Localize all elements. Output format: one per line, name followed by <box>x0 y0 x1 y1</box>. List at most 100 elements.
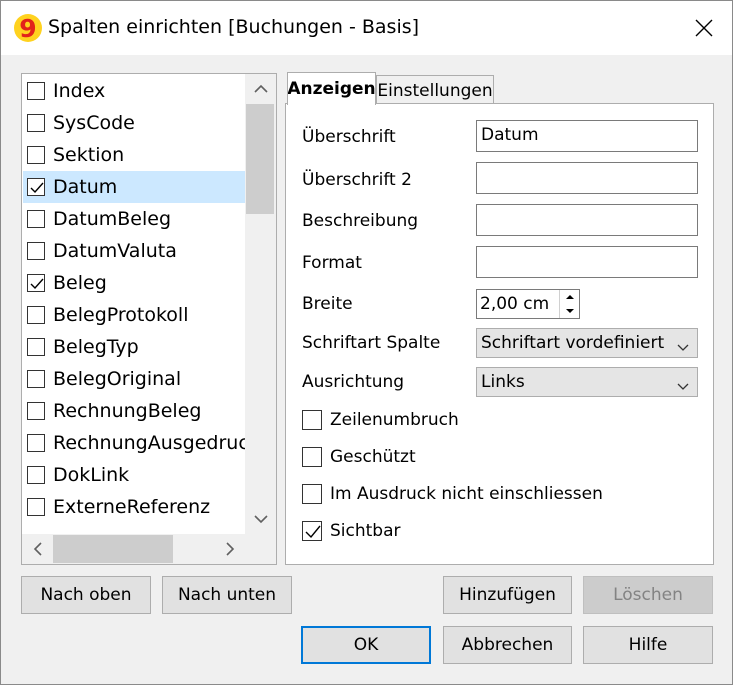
svg-text:9: 9 <box>19 14 36 43</box>
heading-input[interactable]: Datum <box>476 120 698 152</box>
heading-label: Überschrift <box>302 127 396 147</box>
align-select-value: Links <box>481 372 525 392</box>
list-item-rechnungbeleg[interactable]: RechnungBeleg <box>23 395 245 427</box>
list-item-label: RechnungBeleg <box>53 400 202 422</box>
list-item-checkbox[interactable] <box>27 402 45 420</box>
chevron-down-icon <box>677 337 689 357</box>
window-title: Spalten einrichten [Buchungen - Basis] <box>48 16 420 38</box>
scroll-right-icon[interactable] <box>214 534 245 564</box>
option-checkbox[interactable] <box>302 447 322 467</box>
list-item-syscode[interactable]: SysCode <box>23 107 245 139</box>
list-item-belegtyp[interactable]: BelegTyp <box>23 331 245 363</box>
list-item-rechnungausgedruc[interactable]: RechnungAusgedruc <box>23 427 249 459</box>
title-bar: 9 Spalten einrichten [Buchungen - Basis] <box>1 1 732 55</box>
tab-einstellungen[interactable]: Einstellungen <box>376 75 494 105</box>
list-item-checkbox[interactable] <box>27 338 45 356</box>
option-checkbox[interactable] <box>302 410 322 430</box>
list-item-checkbox[interactable] <box>27 434 45 452</box>
vertical-scroll-thumb[interactable] <box>246 104 274 214</box>
close-icon[interactable] <box>681 7 727 49</box>
list-item-checkbox[interactable] <box>27 242 45 260</box>
list-item-checkbox[interactable] <box>27 274 45 292</box>
list-item-sektion[interactable]: Sektion <box>23 139 245 171</box>
move-down-button[interactable]: Nach unten <box>162 576 292 614</box>
list-item-checkbox[interactable] <box>27 210 45 228</box>
list-item-doklink[interactable]: DokLink <box>23 459 245 491</box>
list-item-datumvaluta[interactable]: DatumValuta <box>23 235 245 267</box>
list-item-label: Sektion <box>53 144 125 166</box>
list-item-label: DatumBeleg <box>53 208 172 230</box>
list-item-belegprotokoll[interactable]: BelegProtokoll <box>23 299 245 331</box>
horizontal-scrollbar[interactable] <box>22 534 245 564</box>
list-item-label: SysCode <box>53 112 135 134</box>
tab-anzeigen[interactable]: Anzeigen <box>287 72 376 105</box>
option-geschützt[interactable]: Geschützt <box>302 447 416 467</box>
font-select[interactable]: Schriftart vordefiniert <box>476 328 698 358</box>
option-label: Geschützt <box>330 447 416 467</box>
list-item-label: Datum <box>53 176 118 198</box>
help-button[interactable]: Hilfe <box>583 626 713 664</box>
cancel-button[interactable]: Abbrechen <box>443 626 572 664</box>
option-label: Im Ausdruck nicht einschliessen <box>330 484 603 504</box>
chevron-down-icon <box>677 376 689 396</box>
width-spinbox[interactable]: 2,00 cm <box>476 289 580 319</box>
list-item-label: Index <box>53 80 106 102</box>
option-zeilenumbruch[interactable]: Zeilenumbruch <box>302 410 459 430</box>
scrollbar-corner <box>245 534 276 564</box>
font-label: Schriftart Spalte <box>302 333 441 353</box>
align-select[interactable]: Links <box>476 367 698 397</box>
list-item-checkbox[interactable] <box>27 146 45 164</box>
scroll-up-icon[interactable] <box>245 74 276 104</box>
option-im-ausdruck-nicht-einschliessen[interactable]: Im Ausdruck nicht einschliessen <box>302 484 603 504</box>
heading2-input[interactable] <box>476 162 698 194</box>
list-item-label: BelegOriginal <box>53 368 182 390</box>
list-item-label: ExterneReferenz <box>53 496 211 518</box>
list-item-label: Beleg <box>53 272 107 294</box>
vertical-scrollbar[interactable] <box>245 74 276 534</box>
delete-button[interactable]: Löschen <box>583 576 713 614</box>
app-logo-icon: 9 <box>13 13 43 43</box>
option-label: Sichtbar <box>330 521 401 541</box>
list-item-datum[interactable]: Datum <box>23 171 245 203</box>
list-item-checkbox[interactable] <box>27 178 45 196</box>
list-item-checkbox[interactable] <box>27 306 45 324</box>
list-item-checkbox[interactable] <box>27 114 45 132</box>
column-list[interactable]: Index SysCode Sektion Datum DatumBeleg DatumV… <box>21 73 277 565</box>
option-label: Zeilenumbruch <box>330 410 459 430</box>
spin-down-icon[interactable] <box>560 304 579 318</box>
list-item-label: DatumValuta <box>53 240 177 262</box>
heading2-label: Überschrift 2 <box>302 170 412 190</box>
horizontal-scroll-thumb[interactable] <box>53 535 173 563</box>
width-value: 2,00 cm <box>480 294 550 314</box>
option-sichtbar[interactable]: Sichtbar <box>302 521 401 541</box>
option-checkbox[interactable] <box>302 484 322 504</box>
ok-button[interactable]: OK <box>301 626 431 664</box>
list-item-belegoriginal[interactable]: BelegOriginal <box>23 363 245 395</box>
dialog-window: 9 Spalten einrichten [Buchungen - Basis]… <box>0 0 733 685</box>
list-item-checkbox[interactable] <box>27 82 45 100</box>
list-item-beleg[interactable]: Beleg <box>23 267 245 299</box>
description-input[interactable] <box>476 204 698 236</box>
list-item-checkbox[interactable] <box>27 466 45 484</box>
list-item-datumbeleg[interactable]: DatumBeleg <box>23 203 245 235</box>
format-label: Format <box>302 253 362 273</box>
list-item-index[interactable]: Index <box>23 75 245 107</box>
list-item-checkbox[interactable] <box>27 370 45 388</box>
list-item-label: DokLink <box>53 464 130 486</box>
scroll-down-icon[interactable] <box>245 504 276 534</box>
format-input[interactable] <box>476 246 698 278</box>
list-item-label: BelegProtokoll <box>53 304 189 326</box>
list-item-checkbox[interactable] <box>27 498 45 516</box>
move-up-button[interactable]: Nach oben <box>21 576 151 614</box>
list-item-label: BelegTyp <box>53 336 139 358</box>
list-item-label: RechnungAusgedruc <box>53 432 249 454</box>
spin-up-icon[interactable] <box>560 290 579 304</box>
list-item-externereferenz[interactable]: ExterneReferenz <box>23 491 245 523</box>
align-label: Ausrichtung <box>302 372 405 392</box>
font-select-value: Schriftart vordefiniert <box>481 333 665 353</box>
tab-panel-anzeigen: Überschrift Datum Überschrift 2 Beschrei… <box>285 103 714 565</box>
option-checkbox[interactable] <box>302 521 322 541</box>
add-button[interactable]: Hinzufügen <box>443 576 572 614</box>
description-label: Beschreibung <box>302 211 419 231</box>
scroll-left-icon[interactable] <box>22 534 53 564</box>
